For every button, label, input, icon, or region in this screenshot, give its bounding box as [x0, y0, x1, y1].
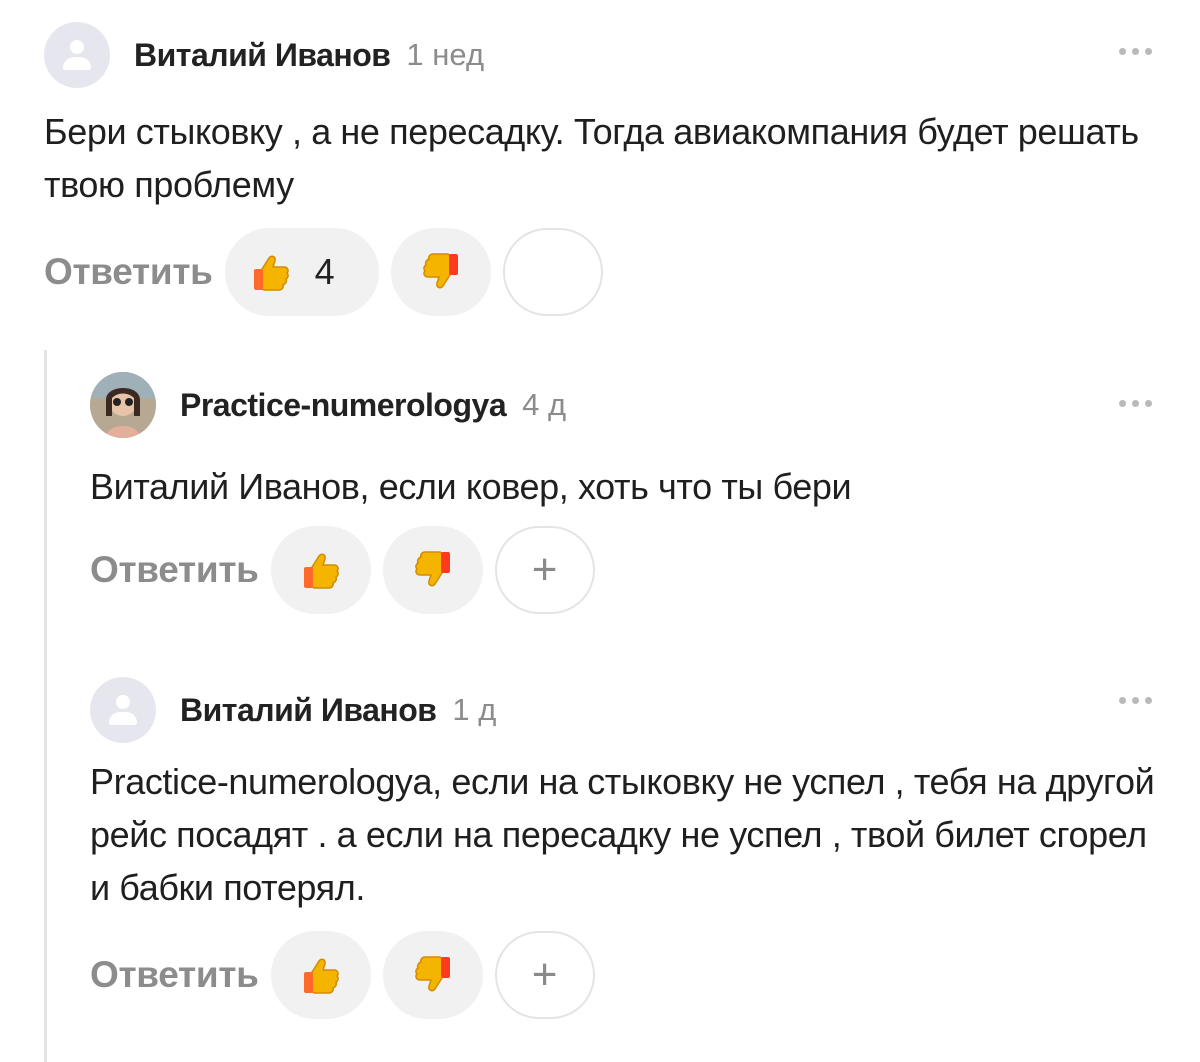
- more-dots-icon[interactable]: [1119, 697, 1152, 704]
- avatar[interactable]: [90, 677, 156, 743]
- reply-button[interactable]: Ответить: [44, 251, 213, 293]
- comment-actions: Ответить +: [90, 931, 607, 1019]
- comment-time: 1 нед: [406, 37, 485, 72]
- thumbs-down-icon: [419, 250, 463, 294]
- comment-header: Виталий Иванов 1 д: [90, 677, 496, 743]
- avatar[interactable]: [44, 22, 110, 88]
- more-dots-icon[interactable]: [1119, 400, 1152, 407]
- add-reaction-button[interactable]: +: [494, 526, 595, 614]
- reply-button[interactable]: Ответить: [90, 954, 259, 996]
- dislike-button[interactable]: [382, 931, 483, 1019]
- dislike-button[interactable]: [390, 228, 491, 316]
- comment-header: Виталий Иванов 1 нед: [44, 22, 484, 88]
- comment-text: Practice-numerologya, если на стыковку н…: [90, 761, 1155, 908]
- default-user-icon: [116, 695, 130, 709]
- comment-time: 1 д: [452, 692, 497, 727]
- default-user-icon: [70, 40, 84, 54]
- thumbs-down-icon: [411, 548, 455, 592]
- like-button[interactable]: 4: [224, 228, 379, 316]
- author-name[interactable]: Виталий Иванов: [134, 37, 391, 74]
- reply-button[interactable]: Ответить: [90, 549, 259, 591]
- thread-line: [44, 350, 47, 1062]
- plus-icon: +: [531, 950, 558, 999]
- like-button[interactable]: [270, 931, 371, 1019]
- avatar[interactable]: [90, 372, 156, 438]
- user-photo: [90, 372, 156, 438]
- add-reaction-button[interactable]: [502, 228, 603, 316]
- add-reaction-button[interactable]: +: [494, 931, 595, 1019]
- comment-header: Practice-numerologya 4 д: [90, 372, 566, 438]
- dislike-button[interactable]: [382, 526, 483, 614]
- comment-time: 4 д: [522, 387, 567, 422]
- thumbs-up-icon: [249, 250, 293, 294]
- more-dots-icon[interactable]: [1119, 48, 1152, 55]
- like-count: 4: [314, 251, 335, 292]
- comment-text: Бери стыковку , а не пересадку. Тогда ав…: [44, 111, 1139, 205]
- comment-text: Виталий Иванов, если ковер, хоть что ты …: [90, 466, 852, 507]
- thumbs-up-icon: [299, 953, 343, 997]
- author-name[interactable]: Practice-numerologya: [180, 387, 507, 424]
- comment-actions: Ответить +: [90, 526, 607, 614]
- thumbs-down-icon: [411, 953, 455, 997]
- author-name[interactable]: Виталий Иванов: [180, 692, 437, 729]
- comment-actions: Ответить 4: [44, 228, 615, 316]
- like-button[interactable]: [270, 526, 371, 614]
- plus-icon: +: [531, 545, 558, 594]
- thumbs-up-icon: [299, 548, 343, 592]
